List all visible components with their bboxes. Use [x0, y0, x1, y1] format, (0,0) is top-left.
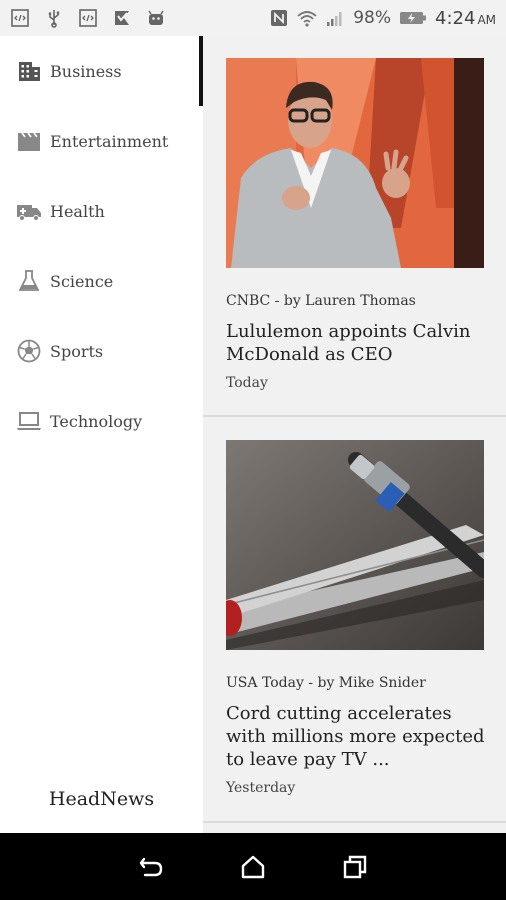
sidebar-item-label: Entertainment [50, 131, 169, 151]
article-source: CNBC - by Lauren Thomas [226, 293, 416, 309]
portrait-photo [226, 58, 484, 268]
article-divider [203, 821, 506, 823]
business-building-icon [16, 58, 42, 84]
sidebar-item-label: Science [50, 271, 114, 291]
recents-icon[interactable] [337, 849, 373, 885]
sidebar-item-label: Business [50, 61, 122, 81]
sidebar-item-sports[interactable]: Sports [0, 316, 199, 386]
sidebar-item-science[interactable]: Science [0, 246, 199, 316]
code-icon [78, 8, 98, 28]
battery-icon [399, 8, 427, 28]
article-date: Today [226, 375, 268, 391]
soccer-ball-icon [16, 338, 42, 364]
sidebar-item-label: Technology [50, 411, 143, 431]
clapperboard-icon [16, 128, 42, 154]
category-sidebar: Business Entertainment Health Science Sp… [0, 36, 203, 833]
article-title[interactable]: Lululemon appoints Calvin McDonald as CE… [226, 320, 488, 366]
sidebar-item-technology[interactable]: Technology [0, 386, 199, 456]
article-image[interactable] [226, 440, 484, 650]
ambulance-icon [16, 198, 42, 224]
sidebar-item-business[interactable]: Business [0, 36, 199, 106]
sidebar-item-entertainment[interactable]: Entertainment [0, 106, 199, 176]
article-image[interactable] [226, 58, 484, 268]
code-icon [10, 8, 30, 28]
sidebar-item-label: Sports [50, 341, 104, 361]
article-title[interactable]: Cord cutting accelerates with millions m… [226, 702, 488, 771]
battery-percent: 98% [353, 8, 392, 28]
article-card[interactable]: CNBC - by Lauren Thomas Lululemon appoin… [203, 36, 506, 416]
back-icon[interactable] [133, 849, 169, 885]
status-bar: 98% 4:24 AM [0, 0, 506, 36]
sidebar-item-health[interactable]: Health [0, 176, 199, 246]
signal-icon [325, 8, 345, 28]
article-source: USA Today - by Mike Snider [226, 675, 426, 691]
app-brand: HeadNews [48, 788, 155, 810]
android-icon [146, 8, 166, 28]
news-feed[interactable]: CNBC - by Lauren Thomas Lululemon appoin… [203, 36, 506, 833]
wifi-icon [297, 8, 317, 28]
app-icon [112, 8, 132, 28]
home-icon[interactable] [235, 849, 271, 885]
article-divider [203, 415, 506, 417]
flask-icon [16, 268, 42, 294]
status-bar-system: 98% 4:24 AM [269, 8, 496, 29]
nfc-icon [269, 8, 289, 28]
clock: 4:24 AM [435, 7, 496, 29]
sidebar-item-label: Health [50, 201, 105, 221]
usb-icon [44, 8, 64, 28]
scissors-cable-photo [226, 440, 484, 650]
article-card[interactable]: USA Today - by Mike Snider Cord cutting … [203, 418, 506, 823]
article-date: Yesterday [226, 780, 296, 796]
system-navigation-bar [0, 833, 506, 900]
laptop-icon [16, 408, 42, 434]
status-bar-notifications [10, 8, 166, 28]
